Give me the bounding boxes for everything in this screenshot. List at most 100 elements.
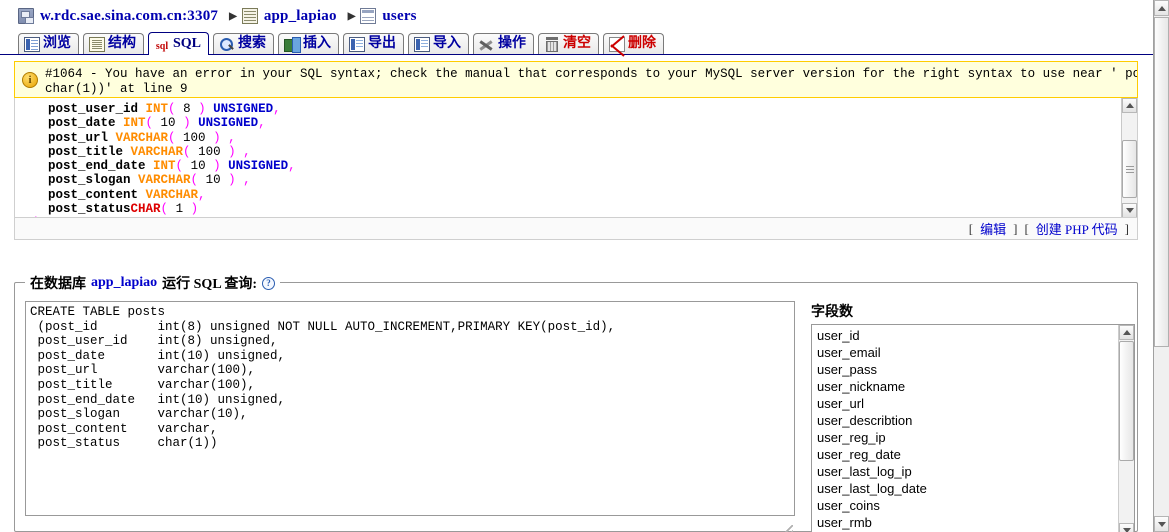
scrollbar-thumb[interactable] bbox=[1122, 140, 1137, 198]
result-action-links: [ 编辑 ] [ 创建 PHP 代码 ] bbox=[14, 218, 1138, 240]
breadcrumb-database[interactable]: app_lapiao bbox=[264, 8, 337, 25]
query-result-panel: i #1064 - You have an error in your SQL … bbox=[14, 61, 1138, 240]
sql-token: post_end_date bbox=[33, 159, 154, 174]
create-php-code-link[interactable]: 创建 PHP 代码 bbox=[1036, 219, 1118, 238]
sql-token: post_content bbox=[33, 187, 146, 202]
column-list-item[interactable]: user_reg_date bbox=[817, 446, 1134, 463]
textarea-resize-grip[interactable] bbox=[781, 525, 793, 532]
info-icon: i bbox=[22, 72, 38, 88]
tab-label: 清空 bbox=[563, 36, 592, 51]
breadcrumb-table[interactable]: users bbox=[382, 8, 416, 25]
sql-token: UNSIGNED bbox=[198, 116, 259, 131]
sql-token: VARCHAR bbox=[130, 144, 184, 159]
tab-操作[interactable]: 操作 bbox=[473, 33, 535, 54]
column-list-item[interactable]: user_last_log_date bbox=[817, 480, 1134, 497]
sql-token: ) bbox=[220, 144, 244, 159]
column-list-item[interactable]: user_coins bbox=[817, 497, 1134, 514]
column-list-item[interactable]: user_pass bbox=[817, 361, 1134, 378]
sql-token: ) bbox=[33, 216, 41, 217]
column-list[interactable]: user_id user_email user_pass user_nickname u… bbox=[811, 324, 1135, 532]
tab-浏览[interactable]: 浏览 bbox=[18, 33, 79, 54]
sql-token: post_date bbox=[33, 116, 124, 131]
column-list-item[interactable]: user_id bbox=[817, 327, 1134, 344]
tab-清空[interactable]: 清空 bbox=[538, 33, 600, 54]
tab-导入[interactable]: 导入 bbox=[408, 33, 470, 54]
sql-token: 10 bbox=[190, 159, 206, 174]
sql-token: ) bbox=[205, 159, 229, 174]
column-list-item[interactable]: user_last_log_ip bbox=[817, 463, 1134, 480]
tab-SQL[interactable]: sql SQL bbox=[148, 32, 210, 55]
breadcrumb-separator-icon: ▶ bbox=[229, 10, 237, 22]
sql-token: post_user_id bbox=[33, 102, 146, 116]
sql-preview-scrollbar[interactable] bbox=[1121, 98, 1137, 217]
sql-preview-line: post_content VARCHAR, bbox=[33, 188, 1137, 202]
sql-token: ) bbox=[183, 202, 199, 217]
sql-token: , bbox=[273, 102, 281, 116]
tab-label: 结构 bbox=[108, 36, 136, 51]
sql-token: 10 bbox=[160, 116, 176, 131]
sql-token: , bbox=[243, 144, 251, 159]
scrollbar-thumb[interactable] bbox=[1119, 341, 1134, 461]
sql-token: CHAR bbox=[130, 202, 161, 217]
tab-插入[interactable]: 插入 bbox=[278, 33, 340, 54]
sql-token: VARCHAR bbox=[138, 173, 191, 188]
tab-结构[interactable]: 结构 bbox=[83, 33, 144, 54]
tab-导出[interactable]: 导出 bbox=[343, 33, 405, 54]
sql-token: ( bbox=[190, 173, 206, 188]
page-scrollbar[interactable] bbox=[1153, 0, 1169, 532]
fields-column: 字段数 user_id user_email user_pass user_nickn… bbox=[811, 301, 1135, 532]
tab-label: SQL bbox=[173, 36, 202, 51]
sql-token: ) bbox=[190, 102, 214, 116]
sql-token: ) bbox=[220, 173, 244, 188]
sql-token: ( bbox=[183, 144, 199, 159]
tab-label: 操作 bbox=[498, 36, 527, 51]
column-list-item[interactable]: user_describtion bbox=[817, 412, 1134, 429]
sql-token: 10 bbox=[205, 173, 221, 188]
column-list-item[interactable]: user_email bbox=[817, 344, 1134, 361]
sql-token: post_slogan bbox=[33, 173, 139, 188]
scroll-down-icon[interactable] bbox=[1122, 203, 1137, 217]
help-icon[interactable]: ? bbox=[262, 276, 276, 290]
bracket-open-2: [ bbox=[1024, 220, 1029, 236]
sql-preview-line: post_date INT( 10 ) UNSIGNED, bbox=[33, 116, 1137, 130]
tab-删除[interactable]: 删除 bbox=[603, 33, 665, 54]
column-list-scrollbar[interactable] bbox=[1118, 325, 1134, 532]
scroll-down-icon[interactable] bbox=[1119, 523, 1134, 532]
sql-token: 100 bbox=[198, 144, 221, 159]
sql-token: ( bbox=[160, 202, 176, 217]
query-fieldset-body: 字段数 user_iduser_emailuser_passuser_nickn… bbox=[15, 283, 1137, 532]
column-list-item[interactable]: user_nickname bbox=[817, 378, 1134, 395]
sql-token: post_url bbox=[33, 130, 116, 145]
tab-label: 导出 bbox=[368, 36, 397, 51]
breadcrumb-server[interactable]: w.rdc.sae.sina.com.cn:3307 bbox=[40, 8, 218, 25]
browse-icon bbox=[24, 36, 40, 52]
sql-token: 100 bbox=[183, 130, 206, 145]
sql-token: ( bbox=[168, 130, 184, 145]
breadcrumb-separator-icon: ▶ bbox=[347, 10, 356, 22]
scroll-up-icon[interactable] bbox=[1119, 325, 1134, 340]
table-icon bbox=[360, 8, 377, 24]
tab-搜索[interactable]: 搜索 bbox=[213, 33, 275, 54]
page-scroll-up-icon[interactable] bbox=[1154, 0, 1169, 16]
sql-preview-line: post_statusCHAR( 1 ) bbox=[33, 202, 1137, 216]
page-scroll-down-icon[interactable] bbox=[1154, 516, 1169, 532]
database-icon bbox=[241, 8, 258, 24]
tab-label: 搜索 bbox=[238, 36, 267, 51]
scroll-up-icon[interactable] bbox=[1122, 98, 1137, 113]
sql-preview-code: post_user_id INT( 8 ) UNSIGNED, post_dat… bbox=[15, 98, 1137, 217]
empty-table-icon bbox=[544, 36, 560, 52]
sql-token: 1 bbox=[175, 202, 184, 217]
column-list-item[interactable]: user_url bbox=[817, 395, 1134, 412]
column-list-item[interactable]: user_rmb bbox=[817, 514, 1134, 531]
sql-token: ( bbox=[175, 159, 191, 174]
column-list-item[interactable]: user_reg_ip bbox=[817, 429, 1134, 446]
sql-token: UNSIGNED bbox=[213, 102, 274, 116]
sql-token: , bbox=[228, 130, 236, 145]
legend-database-name: app_lapiao bbox=[91, 275, 158, 290]
grip-icon bbox=[1125, 164, 1134, 175]
sql-query-input[interactable] bbox=[25, 301, 795, 516]
edit-query-link[interactable]: 编辑 bbox=[980, 219, 1006, 238]
page-scrollbar-thumb[interactable] bbox=[1154, 17, 1169, 347]
sql-token: ( bbox=[145, 116, 161, 131]
export-icon bbox=[349, 36, 366, 52]
